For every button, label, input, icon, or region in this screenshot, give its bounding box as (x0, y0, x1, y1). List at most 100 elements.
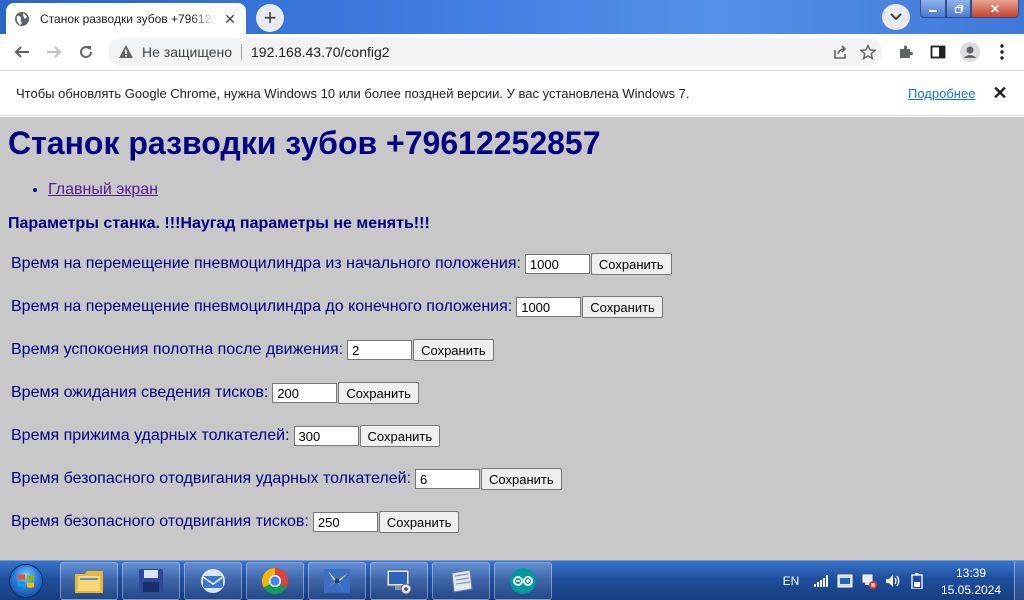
param-input[interactable] (415, 469, 481, 489)
profile-button[interactable] (956, 38, 984, 66)
taskbar-explorer[interactable] (60, 562, 118, 600)
floppy-disk-icon (139, 569, 163, 593)
param-input[interactable] (293, 426, 359, 446)
param-label: Время ожидания сведения тисков: (11, 384, 269, 401)
chevron-down-icon (890, 13, 902, 21)
network-error-icon (862, 574, 877, 589)
show-desktop-button[interactable] (1014, 561, 1024, 600)
avatar-icon (960, 42, 980, 62)
nav-item: Главный экран (48, 181, 158, 199)
minimize-icon (929, 9, 937, 12)
url-text[interactable]: 192.168.43.70/config2 (251, 44, 826, 60)
taskbar-remote-app[interactable] (370, 562, 428, 600)
param-row: Время прижима ударных толкателей: Сохран… (11, 425, 441, 447)
param-input[interactable] (312, 512, 378, 532)
address-bar[interactable]: Не защищено 192.168.43.70/config2 (108, 38, 882, 66)
warning-icon[interactable] (118, 44, 134, 60)
reload-button[interactable] (72, 38, 100, 66)
fan-icon (324, 569, 350, 593)
tab-search-button[interactable] (882, 4, 910, 30)
arrow-left-icon (14, 46, 29, 58)
volume-tray-button[interactable] (884, 561, 902, 600)
explorer-icon (75, 571, 103, 593)
power-tray-button[interactable] (908, 561, 926, 600)
close-window-button[interactable]: ✕ (971, 0, 1019, 18)
forward-button[interactable] (40, 38, 68, 66)
param-label: Время безопасного отодвигания ударных то… (11, 470, 412, 487)
infobar-learn-more-link[interactable]: Подробнее (908, 86, 975, 101)
restore-icon (954, 4, 963, 13)
save-button[interactable]: Сохранить (582, 296, 663, 318)
battery-icon (911, 573, 923, 589)
save-button[interactable]: Сохранить (359, 425, 441, 447)
language-indicator[interactable]: EN (778, 561, 804, 600)
main-screen-link[interactable]: Главный экран (48, 181, 158, 198)
param-label: Время успокоения полотна после движения: (11, 341, 344, 358)
bookmark-button[interactable] (854, 38, 882, 66)
maximize-button[interactable] (946, 0, 971, 18)
extensions-button[interactable] (892, 38, 920, 66)
signal-bars-icon (814, 575, 828, 587)
taskbar-mail-app[interactable] (184, 562, 242, 600)
param-row: Время ожидания сведения тисков: Сохранит… (11, 382, 419, 404)
infobar-message: Чтобы обновлять Google Chrome, нужна Win… (16, 86, 690, 101)
chrome-icon (261, 567, 289, 595)
omnibox-separator (241, 44, 242, 60)
save-button[interactable]: Сохранить (481, 468, 562, 490)
param-input[interactable] (272, 383, 338, 403)
keyboard-tray-button[interactable] (836, 561, 854, 600)
taskbar-save-app[interactable] (122, 562, 180, 600)
taskbar-chrome[interactable] (246, 562, 304, 600)
taskbar-arduino[interactable] (494, 562, 552, 600)
param-row: Время безопасного отодвигания тисков: Со… (11, 511, 460, 533)
new-tab-button[interactable]: + (256, 4, 284, 32)
start-button[interactable] (2, 562, 50, 600)
window-controls: ✕ (920, 0, 1019, 20)
minimize-button[interactable] (920, 0, 946, 18)
save-button[interactable]: Сохранить (378, 511, 460, 533)
param-label: Время на перемещение пневмоцилиндра из н… (11, 255, 521, 272)
param-row: Время на перемещение пневмоцилиндра из н… (11, 253, 672, 275)
windows-logo-icon (9, 564, 43, 598)
save-button[interactable]: Сохранить (590, 253, 672, 275)
param-row: Время на перемещение пневмоцилиндра до к… (11, 296, 663, 318)
browser-tab[interactable]: Станок разводки зубов +79612252857 ✕ (6, 3, 246, 34)
signal-tray-button[interactable] (812, 561, 830, 600)
speaker-icon (886, 575, 900, 587)
param-input[interactable] (516, 297, 582, 317)
remote-desktop-icon (386, 569, 412, 595)
tab-strip: Станок разводки зубов +79612252857 ✕ + ✕ (0, 0, 1024, 34)
param-label: Время прижима ударных толкателей: (11, 427, 290, 444)
network-tray-button[interactable] (860, 561, 878, 600)
side-panel-button[interactable] (924, 38, 952, 66)
infobar-close-icon[interactable]: ✕ (990, 83, 1010, 103)
back-button[interactable] (8, 38, 36, 66)
mail-icon (201, 569, 225, 593)
taskbar-scanner-app[interactable] (432, 562, 490, 600)
clock-date: 15.05.2024 (940, 583, 1002, 597)
keyboard-icon (837, 574, 853, 588)
star-icon (860, 44, 876, 60)
param-input[interactable] (347, 340, 413, 360)
menu-button[interactable] (988, 38, 1016, 66)
windows-taskbar: EN 13:39 15.05.2024 (0, 560, 1024, 600)
security-label[interactable]: Не защищено (142, 44, 232, 60)
puzzle-icon (900, 45, 913, 58)
close-icon: ✕ (989, 1, 1001, 16)
clock[interactable]: 13:39 15.05.2024 (932, 565, 1010, 599)
section-title: Параметры станка. !!!Наугад параметры не… (8, 215, 430, 232)
share-button[interactable] (826, 38, 854, 66)
param-row: Время безопасного отодвигания ударных то… (11, 468, 562, 490)
browser-toolbar: Не защищено 192.168.43.70/config2 (0, 34, 1024, 71)
tab-title: Станок разводки зубов +79612252857 (40, 11, 216, 26)
tab-close-icon[interactable]: ✕ (222, 11, 238, 27)
save-button[interactable]: Сохранить (413, 339, 494, 361)
save-button[interactable]: Сохранить (338, 382, 419, 404)
param-input[interactable] (524, 254, 590, 274)
arrow-right-icon (47, 46, 62, 58)
page-title: Станок разводки зубов +79612252857 (8, 125, 601, 161)
param-row: Время успокоения полотна после движения:… (11, 339, 494, 361)
nav-list: Главный экран (48, 181, 158, 199)
taskbar-fan-app[interactable] (308, 562, 366, 600)
param-label: Время безопасного отодвигания тисков: (11, 513, 309, 530)
